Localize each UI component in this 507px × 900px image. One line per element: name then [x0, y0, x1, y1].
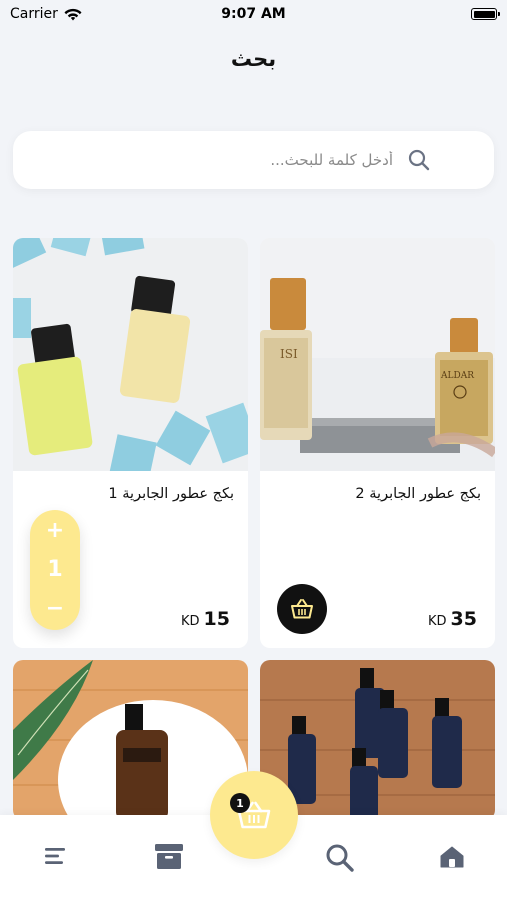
svg-text:ALDAR: ALDAR	[440, 371, 474, 381]
product-card[interactable]	[260, 660, 495, 820]
search-input[interactable]	[13, 151, 393, 169]
archive-icon[interactable]	[155, 844, 183, 870]
product-card[interactable]: بكج عطور الجابرية 1 + 1 − KD 15	[13, 238, 248, 648]
status-bar: Carrier 9:07 AM	[0, 0, 507, 28]
product-image	[260, 660, 495, 820]
product-name: بكج عطور الجابرية 2	[355, 486, 481, 502]
product-card[interactable]: ISI ALDAR بكج عطور الجابرية 2 KD 35	[260, 238, 495, 648]
search-icon	[408, 149, 430, 171]
search-bar[interactable]	[13, 131, 494, 189]
basket-icon	[291, 599, 313, 619]
product-card[interactable]	[13, 660, 248, 820]
product-price: KD 35	[428, 608, 477, 630]
svg-text:ISI: ISI	[280, 347, 298, 361]
decrease-button[interactable]: −	[46, 598, 64, 620]
cart-button[interactable]: 1	[210, 771, 298, 859]
product-name: بكج عطور الجابرية 1	[108, 486, 234, 502]
cart-count-badge: 1	[230, 793, 250, 813]
page-title: بحث	[230, 47, 277, 71]
menu-icon[interactable]	[45, 847, 67, 865]
product-image: ISI ALDAR	[260, 238, 495, 471]
product-price: KD 15	[181, 608, 230, 630]
price-value: 35	[450, 608, 477, 630]
search-icon[interactable]	[325, 843, 355, 873]
wifi-icon	[64, 8, 82, 20]
quantity-stepper[interactable]: + 1 −	[30, 510, 80, 630]
price-currency: KD	[181, 614, 200, 629]
price-value: 15	[203, 608, 230, 630]
quantity-value: 1	[47, 557, 63, 582]
home-icon[interactable]	[440, 846, 464, 868]
add-to-cart-button[interactable]	[277, 584, 327, 634]
carrier-label: Carrier	[10, 6, 58, 22]
product-image	[13, 238, 248, 471]
status-time: 9:07 AM	[221, 6, 286, 22]
price-currency: KD	[428, 614, 447, 629]
increase-button[interactable]: +	[46, 520, 64, 542]
product-image	[13, 660, 248, 820]
battery-icon	[471, 8, 500, 20]
